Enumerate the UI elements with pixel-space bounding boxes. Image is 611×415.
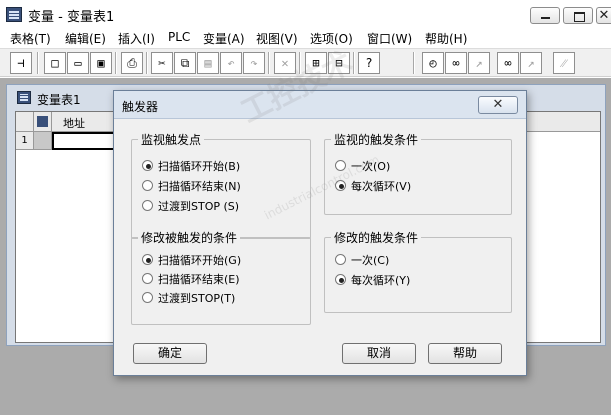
modify-trigger-point-group: 修改被触发的条件 扫描循环开始(G) 扫描循环结束(E) 过渡到STOP(T) [131,229,311,325]
redo-icon[interactable]: ↷ [243,52,265,74]
monitor-trigger-point-legend: 监视触发点 [138,131,205,148]
radio-modify-scan-end[interactable]: 扫描循环结束(E) [142,271,240,287]
option-label: 扫描循环开始(B) [158,160,241,173]
variable-table-title: 变量表1 [37,93,81,107]
radio-icon[interactable] [142,160,153,171]
option-label: 每次循环(V) [351,180,412,193]
trigger-dialog: 触发器 ✕ 监视触发点 扫描循环开始(B) 扫描循环结束(N) 过渡到STOP … [113,90,527,376]
modify-icon[interactable]: ↗ [468,52,490,74]
modify-trigger-condition-group: 修改的触发条件 一次(C) 每次循环(Y) [324,229,512,313]
option-label: 扫描循环开始(G) [158,254,242,267]
cut-icon[interactable]: ✂ [151,52,173,74]
option-label: 过渡到STOP (S) [158,200,240,213]
radio-monitor-scan-start[interactable]: 扫描循环开始(B) [142,158,240,174]
menu-help[interactable]: 帮助(H) [425,30,467,47]
menu-variable[interactable]: 变量(A) [203,30,245,47]
ok-button[interactable]: 确定 [133,343,207,364]
pin-icon[interactable]: ⊣ [10,52,32,74]
option-label: 过渡到STOP(T) [158,292,236,305]
row-number: 1 [16,132,34,150]
toolbar-separator [37,52,39,74]
toolbar-separator [268,52,270,74]
modify-trigger-point-legend: 修改被触发的条件 [138,229,241,246]
toolbar-separator [115,52,117,74]
option-label: 一次(C) [351,254,390,267]
menu-edit[interactable]: 编辑(E) [65,30,106,47]
print-icon[interactable]: ⎙ [121,52,143,74]
cancel-button[interactable]: 取消 [342,343,416,364]
radio-monitor-to-stop[interactable]: 过渡到STOP (S) [142,198,239,214]
minimize-button[interactable] [530,7,560,24]
help-pointer-icon[interactable]: ? [358,52,380,74]
modify-once-icon[interactable]: ↗ [520,52,542,74]
app-icon [6,7,22,22]
monitor-once-icon[interactable]: ∞ [497,52,519,74]
monitor-trigger-point-group: 监视触发点 扫描循环开始(B) 扫描循环结束(N) 过渡到STOP (S) [131,131,311,239]
copy-icon[interactable]: ⧉ [174,52,196,74]
maximize-button[interactable] [563,7,593,24]
menu-bar: 表格(T) 编辑(E) 插入(I) PLC 变量(A) 视图(V) 选项(O) … [0,28,611,47]
title-bar: 变量 - 变量表1 ✕ [0,0,611,28]
close-button[interactable]: ✕ [596,7,611,24]
radio-icon[interactable] [335,254,346,265]
undo-icon[interactable]: ↶ [220,52,242,74]
help-button[interactable]: 帮助 [428,343,502,364]
save-icon[interactable]: ▣ [90,52,112,74]
window-title: 变量 - 变量表1 [28,10,115,25]
modify-trigger-condition-legend: 修改的触发条件 [331,229,422,246]
address-cell[interactable] [52,132,122,150]
toolbar-separator [146,52,148,74]
menu-table[interactable]: 表格(T) [10,30,51,47]
menu-insert[interactable]: 插入(I) [118,30,155,47]
symbol-column-icon [34,112,52,132]
open-folder-icon[interactable]: ▭ [67,52,89,74]
radio-icon[interactable] [142,273,153,284]
new-file-icon[interactable]: □ [44,52,66,74]
menu-view[interactable]: 视图(V) [256,30,298,47]
option-label: 每次循环(Y) [351,274,411,287]
grid-corner [16,112,34,132]
close-icon: ✕ [492,97,504,112]
monitor-icon[interactable]: ◴ [422,52,444,74]
dialog-title: 触发器 [122,100,159,114]
radio-modify-every-cycle[interactable]: 每次循环(Y) [335,272,410,288]
radio-modify-once[interactable]: 一次(C) [335,252,389,268]
table-icon [17,91,31,104]
radio-icon[interactable] [335,274,346,285]
menu-window[interactable]: 窗口(W) [367,30,412,47]
main-window: 变量 - 变量表1 ✕ 表格(T) 编辑(E) 插入(I) PLC 变量(A) … [0,0,611,415]
radio-icon[interactable] [142,254,153,265]
radio-icon[interactable] [142,292,153,303]
monitor-trigger-condition-legend: 监视的触发条件 [331,131,422,148]
dialog-close-button[interactable]: ✕ [478,96,518,114]
row-symbol-cell[interactable] [34,132,52,150]
option-label: 扫描循环结束(N) [158,180,241,193]
toolbar-separator [413,52,415,74]
radio-monitor-scan-end[interactable]: 扫描循环结束(N) [142,178,241,194]
option-label: 扫描循环结束(E) [158,273,240,286]
radio-icon[interactable] [142,200,153,211]
radio-modify-scan-start[interactable]: 扫描循环开始(G) [142,252,241,268]
force-icon[interactable]: ⁄⁄ [553,52,575,74]
monitor-glasses-icon[interactable]: ∞ [445,52,467,74]
column-header-address[interactable]: 地址 [63,115,85,131]
radio-modify-to-stop[interactable]: 过渡到STOP(T) [142,290,235,306]
menu-plc[interactable]: PLC [168,30,190,44]
paste-icon[interactable]: ▤ [197,52,219,74]
radio-icon[interactable] [142,180,153,191]
